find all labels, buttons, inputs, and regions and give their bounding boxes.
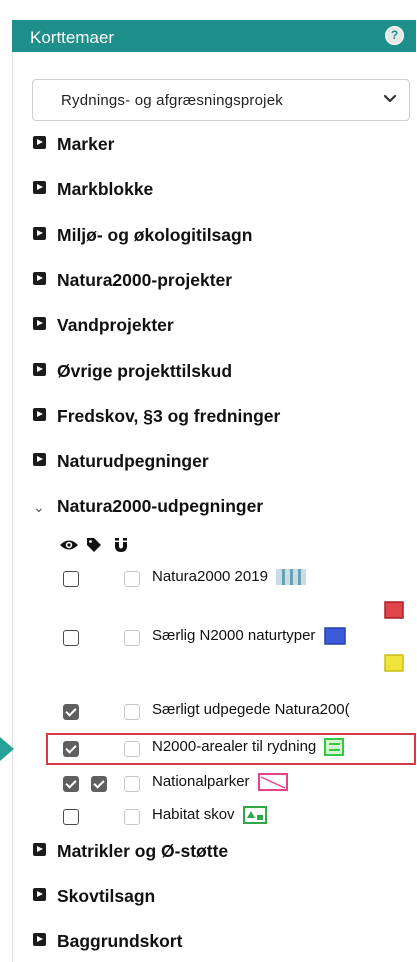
blue-legend-swatch [323, 627, 346, 645]
magnet-icon [115, 538, 127, 552]
group-naturudpegninger[interactable]: Naturudpegninger [33, 451, 209, 472]
group-fredskov[interactable]: Fredskov, §3 og fredninger [33, 406, 280, 427]
forest-legend-icon [242, 806, 267, 825]
group-matrikler[interactable]: Matrikler og Ø-støtte [33, 841, 228, 862]
pink-legend-icon [257, 773, 288, 792]
layer-natura2000-2019[interactable]: Natura2000 2019 [152, 568, 307, 586]
layer-visible-checkbox[interactable] [63, 704, 79, 720]
expand-arrow-icon [33, 181, 46, 194]
layer-visible-checkbox[interactable] [63, 741, 79, 757]
yellow-legend-swatch [384, 654, 404, 672]
layer-n2000-arealer-til-rydning[interactable]: N2000-arealer til rydning [152, 738, 345, 757]
group-skovtilsagn[interactable]: Skovtilsagn [33, 886, 155, 907]
group-baggrundskort[interactable]: Baggrundskort [33, 931, 182, 952]
eye-icon [60, 540, 78, 550]
layer-label-checkbox[interactable] [124, 809, 140, 825]
group-vandprojekter[interactable]: Vandprojekter [33, 315, 174, 336]
expand-arrow-icon [33, 136, 46, 149]
layer-label-checkbox[interactable] [124, 571, 140, 587]
layer-nationalparker[interactable]: Nationalparker [152, 773, 288, 792]
expand-arrow-icon [33, 843, 46, 856]
expand-arrow-icon [33, 317, 46, 330]
group-miljoe[interactable]: Miljø- og økologitilsagn [33, 225, 252, 246]
group-oevrige-projekttilskud[interactable]: Øvrige projekttilskud [33, 361, 232, 382]
panel-header: Korttemaer ? [12, 20, 416, 52]
theme-select[interactable]: Rydnings- og afgræsningsprojek [32, 79, 410, 121]
panel-title: Korttemaer [30, 28, 115, 47]
hatched-legend-icon [276, 569, 307, 586]
expand-arrow-icon [33, 453, 46, 466]
group-natura2000-projekter[interactable]: Natura2000-projekter [33, 270, 232, 291]
tag-icon [87, 538, 101, 552]
expand-arrow-icon [33, 888, 46, 901]
chevron-down-icon [383, 94, 397, 103]
layer-label-checkbox[interactable] [91, 776, 107, 792]
group-markblokke[interactable]: Markblokke [33, 179, 153, 200]
theme-select-value: Rydnings- og afgræsningsprojek [61, 92, 283, 109]
pointer-arrow-icon [0, 737, 14, 761]
expand-arrow-icon [33, 933, 46, 946]
layer-snap-checkbox[interactable] [124, 776, 140, 792]
group-natura2000-udpegninger[interactable]: ⌄ Natura2000-udpegninger [33, 496, 263, 517]
layer-label-checkbox[interactable] [124, 630, 140, 646]
expand-arrow-icon [33, 272, 46, 285]
green-legend-icon [324, 738, 345, 757]
red-legend-swatch [384, 601, 404, 619]
layer-visible-checkbox[interactable] [63, 630, 79, 646]
layer-saerlig-n2000-naturtyper[interactable]: Særlig N2000 naturtyper [152, 627, 346, 645]
layer-visible-checkbox[interactable] [63, 776, 79, 792]
expand-arrow-icon [33, 363, 46, 376]
layer-habitat-skov[interactable]: Habitat skov [152, 806, 267, 825]
group-marker[interactable]: Marker [33, 134, 114, 155]
layer-visible-checkbox[interactable] [63, 571, 79, 587]
layer-label-checkbox[interactable] [124, 741, 140, 757]
expand-arrow-icon [33, 408, 46, 421]
layer-visible-checkbox[interactable] [63, 809, 79, 825]
expand-arrow-icon [33, 227, 46, 240]
layer-saerligt-udpegede[interactable]: Særligt udpegede Natura200( [152, 701, 416, 718]
chevron-down-icon: ⌄ [33, 499, 45, 515]
question-circle-icon[interactable]: ? [385, 26, 404, 45]
layer-label-checkbox[interactable] [124, 704, 140, 720]
